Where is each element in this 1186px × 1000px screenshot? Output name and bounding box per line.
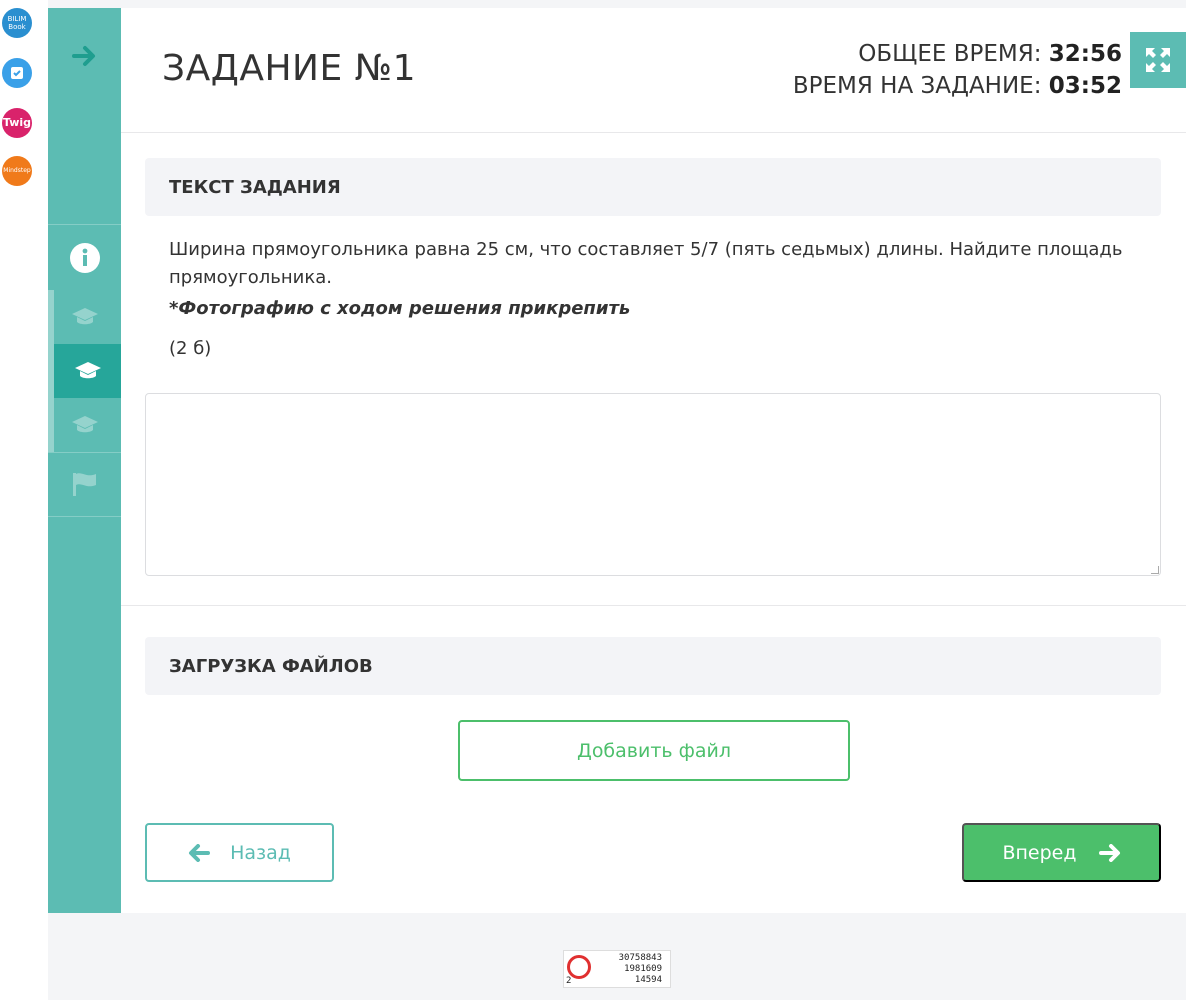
counter-small-value: 2 (566, 976, 572, 986)
counter-line-3: 14594 (634, 975, 662, 985)
page-title: ЗАДАНИЕ №1 (162, 48, 416, 89)
back-button[interactable]: Назад (145, 823, 334, 882)
fullscreen-button[interactable] (1130, 32, 1186, 88)
task-time-value: 03:52 (1048, 73, 1122, 99)
answer-textarea[interactable] (145, 393, 1161, 576)
counter-line-1: 30758843 (618, 953, 662, 963)
total-time-label: ОБЩЕЕ ВРЕМЯ: (858, 41, 1042, 67)
back-button-label: Назад (230, 841, 291, 864)
app-launcher: BILIM Book Twig Mindstep (0, 0, 48, 1000)
task-time-label: ВРЕМЯ НА ЗАДАНИЕ: (792, 73, 1042, 99)
section-divider (121, 605, 1186, 606)
graduation-cap-icon (71, 416, 98, 433)
task-note: *Фотографию с ходом решения прикрепить (169, 298, 631, 319)
total-time-value: 32:56 (1048, 41, 1122, 67)
task-panel: ЗАДАНИЕ №1 ОБЩЕЕ ВРЕМЯ: 32:56 ВРЕМЯ НА З… (121, 8, 1186, 913)
arrow-right-icon (71, 46, 95, 66)
header-divider (121, 132, 1186, 133)
visitor-counter[interactable]: 30758843 1981609 14594 2 (563, 950, 671, 988)
sidebar-item-task-3[interactable] (48, 398, 121, 452)
sidebar-item-info[interactable] (48, 226, 121, 290)
counter-values: 30758843 1981609 14594 (619, 953, 662, 986)
task-time: ВРЕМЯ НА ЗАДАНИЕ: 03:52 (793, 70, 1122, 102)
add-file-button[interactable]: Добавить файл (458, 720, 850, 781)
itest-app-icon[interactable] (2, 58, 32, 88)
info-icon (69, 243, 100, 273)
sidebar-divider (48, 516, 121, 517)
next-button[interactable]: Вперед (962, 823, 1161, 882)
flag-icon (72, 473, 96, 496)
sidebar-item-task-1[interactable] (48, 290, 121, 344)
sidebar-divider (48, 224, 121, 225)
mindstep-app-icon[interactable]: Mindstep (2, 156, 32, 186)
task-points: (2 б) (169, 338, 212, 359)
arrow-right-icon (1098, 843, 1120, 862)
textarea-resize-handle[interactable] (1151, 566, 1159, 574)
twig-app-icon[interactable]: Twig (2, 108, 32, 138)
timer-block: ОБЩЕЕ ВРЕМЯ: 32:56 ВРЕМЯ НА ЗАДАНИЕ: 03:… (793, 38, 1122, 102)
task-sidebar (48, 8, 121, 913)
file-upload-heading: ЗАГРУЗКА ФАЙЛОВ (145, 637, 1161, 695)
sidebar-toggle-button[interactable] (48, 28, 121, 84)
graduation-cap-icon (74, 362, 101, 379)
graduation-cap-icon (71, 308, 98, 325)
arrow-left-icon (189, 843, 211, 862)
expand-icon (1146, 48, 1170, 72)
sidebar-item-task-2-active[interactable] (54, 344, 121, 398)
sidebar-item-finish[interactable] (48, 452, 121, 516)
task-text-heading: ТЕКСТ ЗАДАНИЯ (145, 158, 1161, 216)
total-time: ОБЩЕЕ ВРЕМЯ: 32:56 (793, 38, 1122, 70)
counter-line-2: 1981609 (624, 964, 662, 974)
next-button-label: Вперед (1002, 841, 1077, 864)
task-text: Ширина прямоугольника равна 25 см, что с… (169, 239, 1123, 288)
bilim-book-app-icon[interactable]: BILIM Book (2, 8, 32, 38)
